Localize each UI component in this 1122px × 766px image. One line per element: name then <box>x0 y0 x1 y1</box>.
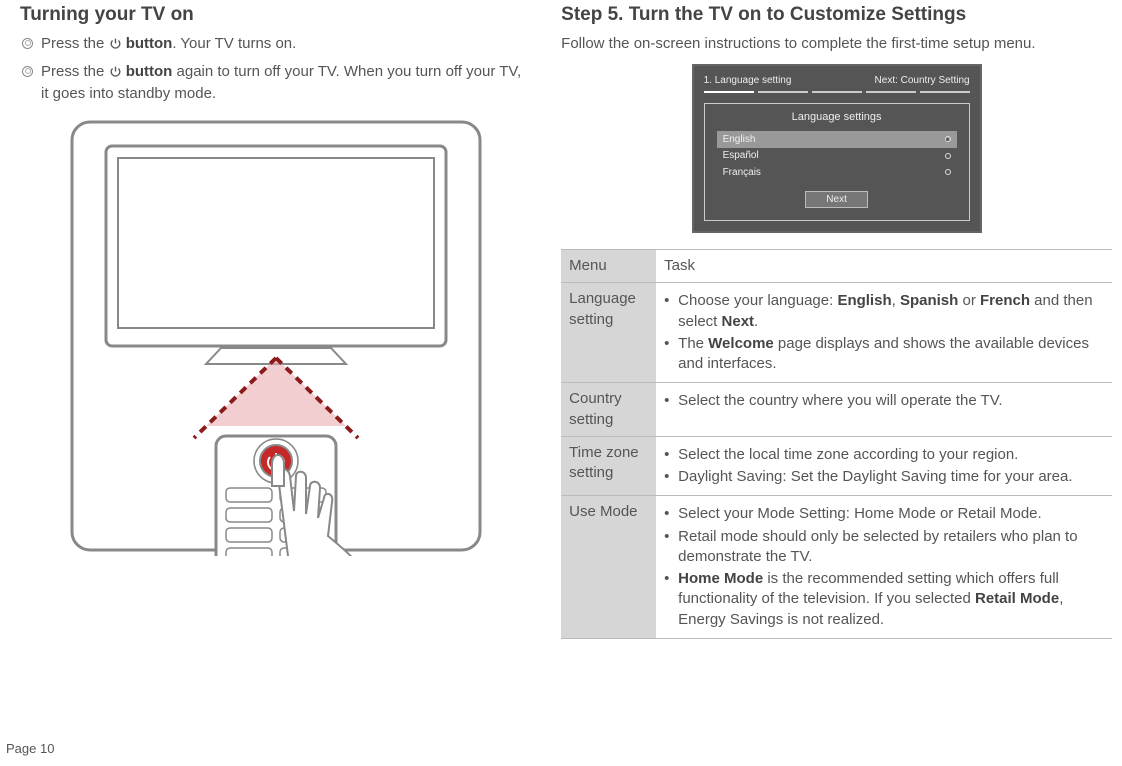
text-bold: French <box>980 292 1030 309</box>
task-cell: Select the local time zone according to … <box>656 436 1112 496</box>
lang-label: Español <box>723 149 759 163</box>
bullet-1: Press the button. Your TV turns on. <box>20 34 531 56</box>
text: Retail mode should only be selected by r… <box>678 528 1077 565</box>
bullet-1-post: . Your TV turns on. <box>172 35 296 52</box>
task-cell: Select your Mode Setting: Home Mode or R… <box>656 496 1112 639</box>
lang-option-francais: Français <box>717 164 957 181</box>
text-bold: Retail Mode <box>975 590 1059 607</box>
table-row: Country setting Select the country where… <box>561 383 1112 437</box>
bullet-1-text: Press the button. Your TV turns on. <box>41 34 531 56</box>
list-item: Daylight Saving: Set the Daylight Saving… <box>676 467 1104 487</box>
lang-option-english: English <box>717 131 957 148</box>
page-number: Page 10 <box>6 740 54 758</box>
text: Choose your language: <box>678 292 837 309</box>
text: Daylight Saving: Set the Daylight Saving… <box>678 468 1072 485</box>
text: Select the country where you will operat… <box>678 392 1002 409</box>
right-column: Step 5. Turn the TV on to Customize Sett… <box>561 0 1112 639</box>
text: . <box>754 313 758 330</box>
power-icon <box>109 36 122 56</box>
right-intro: Follow the on-screen instructions to com… <box>561 34 1112 54</box>
table-row: Time zone setting Select the local time … <box>561 436 1112 496</box>
table-row: Use Mode Select your Mode Setting: Home … <box>561 496 1112 639</box>
menu-cell: Language setting <box>561 283 656 383</box>
lang-label: English <box>723 133 756 147</box>
text: , <box>892 292 900 309</box>
list-item: Select the country where you will operat… <box>676 391 1104 411</box>
left-column: Turning your TV on Press the button. You… <box>20 0 561 639</box>
bullet-2: Press the button again to turn off your … <box>20 62 531 105</box>
radio-icon <box>945 136 951 142</box>
bullet-2-bold: button <box>126 63 173 80</box>
list-item: Retail mode should only be selected by r… <box>676 527 1104 568</box>
text-bold: Next <box>722 313 755 330</box>
lang-option-espanol: Español <box>717 148 957 165</box>
bullet-2-text: Press the button again to turn off your … <box>41 62 531 105</box>
sim-box-title: Language settings <box>705 110 969 125</box>
text-bold: Welcome <box>708 335 774 352</box>
sim-step-label: 1. Language setting <box>704 74 792 88</box>
power-icon <box>109 64 122 84</box>
task-cell: Choose your language: English, Spanish o… <box>656 283 1112 383</box>
text: or <box>958 292 980 309</box>
list-item: Home Mode is the recommended setting whi… <box>676 569 1104 630</box>
bullet-icon <box>22 38 33 49</box>
sim-language-box: Language settings English Español França… <box>704 103 970 221</box>
menu-cell: Time zone setting <box>561 436 656 496</box>
list-item: Choose your language: English, Spanish o… <box>676 291 1104 332</box>
text: Select your Mode Setting: Home Mode or R… <box>678 505 1042 522</box>
text-bold: Home Mode <box>678 570 763 587</box>
text: Select the local time zone according to … <box>678 446 1018 463</box>
radio-icon <box>945 153 951 159</box>
header-menu: Menu <box>561 250 656 283</box>
text-bold: Spanish <box>900 292 958 309</box>
menu-cell: Country setting <box>561 383 656 437</box>
sim-progress-bar <box>704 91 970 93</box>
lang-label: Français <box>723 166 761 180</box>
tv-screen-simulation: 1. Language setting Next: Country Settin… <box>692 64 982 233</box>
bullet-1-bold: button <box>126 35 173 52</box>
sim-next-label: Next: Country Setting <box>875 74 970 88</box>
text-bold: English <box>837 292 891 309</box>
header-task: Task <box>656 250 1112 283</box>
bullet-1-pre: Press the <box>41 35 109 52</box>
radio-icon <box>945 169 951 175</box>
list-item: Select your Mode Setting: Home Mode or R… <box>676 504 1104 524</box>
text: The <box>678 335 708 352</box>
table-row: Language setting Choose your language: E… <box>561 283 1112 383</box>
right-title: Step 5. Turn the TV on to Customize Sett… <box>561 2 1112 28</box>
list-item: Select the local time zone according to … <box>676 445 1104 465</box>
task-cell: Select the country where you will operat… <box>656 383 1112 437</box>
menu-cell: Use Mode <box>561 496 656 639</box>
tv-remote-illustration <box>66 116 486 562</box>
sim-next-button: Next <box>805 191 868 209</box>
table-header-row: Menu Task <box>561 250 1112 283</box>
bullet-2-pre: Press the <box>41 63 109 80</box>
left-title: Turning your TV on <box>20 2 531 28</box>
bullet-icon <box>22 66 33 77</box>
settings-table: Menu Task Language setting Choose your l… <box>561 249 1112 639</box>
list-item: The Welcome page displays and shows the … <box>676 334 1104 375</box>
